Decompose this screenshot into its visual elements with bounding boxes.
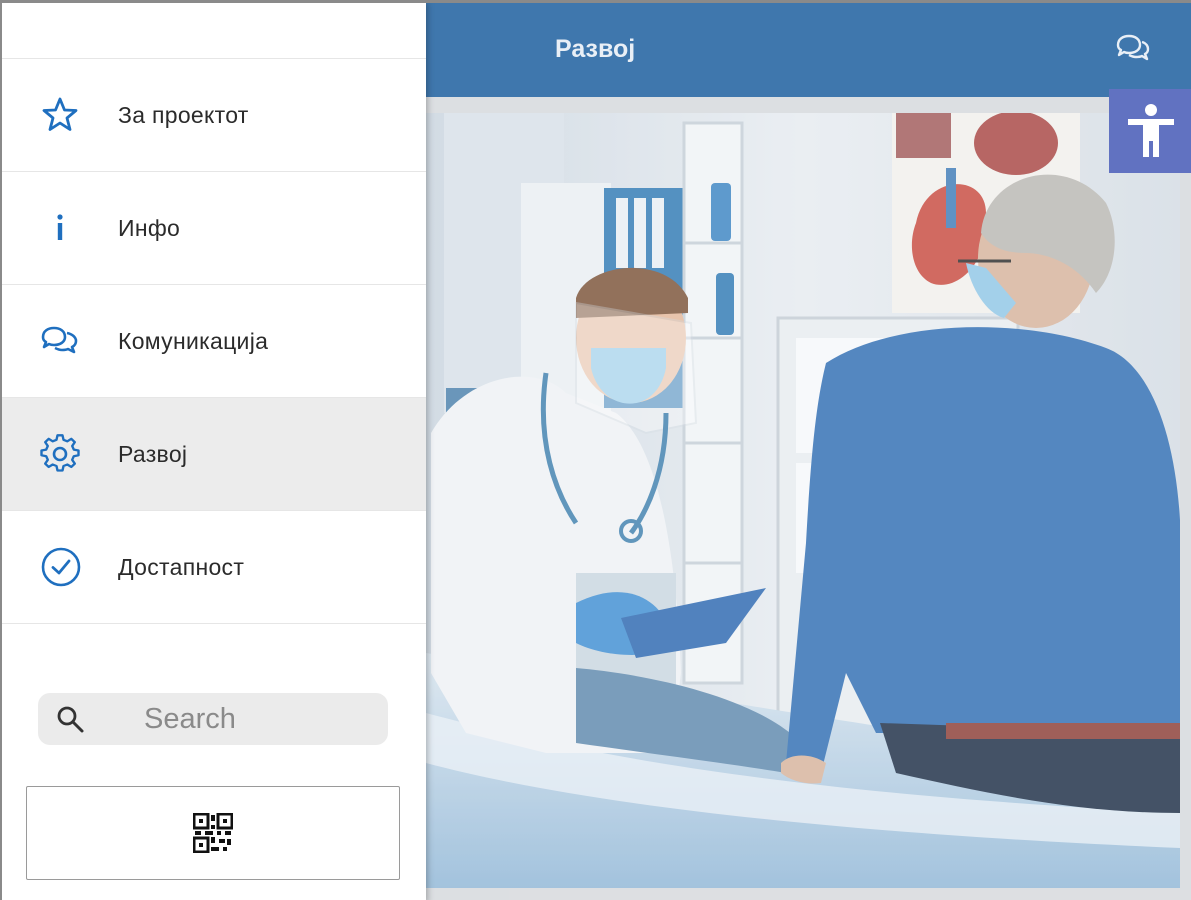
drawer-item-label: Инфо — [118, 214, 181, 241]
drawer-header — [2, 3, 426, 59]
photo-doctor-patient — [426, 113, 1180, 888]
chat-bubbles-icon — [1116, 34, 1150, 61]
search-box[interactable] — [38, 693, 388, 745]
search-input[interactable] — [102, 701, 386, 737]
drawer-item-label: За проектот — [118, 101, 249, 128]
hero-photo — [426, 113, 1180, 888]
chat-bubbles-icon — [2, 321, 118, 361]
drawer-item-development[interactable]: Развој — [2, 398, 426, 511]
star-icon — [2, 95, 118, 135]
drawer-item-label: Комуникација — [118, 327, 269, 354]
page-title: Развој — [555, 35, 636, 63]
screen-frame: Развој За проектот Инфо Комуникација Раз… — [0, 0, 1191, 900]
drawer-item-communication[interactable]: Комуникација — [2, 285, 426, 398]
drawer-item-info[interactable]: Инфо — [2, 172, 426, 285]
drawer-item-label: Развој — [118, 440, 188, 467]
gear-icon — [2, 434, 118, 474]
qr-code-button[interactable] — [26, 786, 400, 880]
navigation-drawer: За проектот Инфо Комуникација Развој Дос… — [2, 3, 426, 900]
info-icon — [2, 208, 118, 248]
drawer-item-label: Достапност — [118, 553, 245, 580]
check-circle-icon — [2, 546, 118, 588]
accessibility-person-icon — [1128, 104, 1174, 157]
qr-code-icon — [193, 813, 233, 853]
drawer-item-about-project[interactable]: За проектот — [2, 59, 426, 172]
accessibility-button[interactable] — [1109, 89, 1191, 173]
drawer-item-accessibility[interactable]: Достапност — [2, 511, 426, 624]
search-icon — [38, 704, 102, 734]
chat-button[interactable] — [1112, 30, 1154, 66]
